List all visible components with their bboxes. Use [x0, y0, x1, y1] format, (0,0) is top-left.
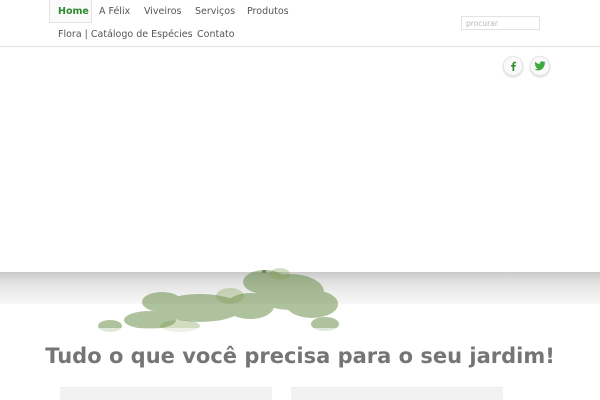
nav-item-produtos[interactable]: Produtos: [247, 6, 289, 18]
facebook-icon: [509, 61, 517, 71]
main-navigation: Home A Félix Viveiros Serviços Produtos …: [0, 0, 600, 47]
hero-banner: [0, 47, 600, 272]
twitter-icon: [534, 61, 546, 71]
feature-card: [291, 387, 503, 400]
feature-card: [60, 387, 272, 400]
facebook-button[interactable]: [503, 56, 523, 76]
nav-item-viveiros[interactable]: Viveiros: [144, 6, 182, 18]
nav-item-flora-catalogo[interactable]: Flora | Catálogo de Espécies: [58, 29, 193, 41]
nav-item-servicos[interactable]: Serviços: [195, 6, 235, 18]
page-tagline: Tudo o que você precisa para o seu jardi…: [45, 344, 555, 368]
nav-item-home[interactable]: Home: [58, 6, 89, 18]
tree-illustration: [90, 268, 340, 334]
nav-item-a-felix[interactable]: A Félix: [99, 6, 130, 18]
twitter-button[interactable]: [530, 56, 550, 76]
search-input[interactable]: [461, 16, 540, 30]
nav-item-contato[interactable]: Contato: [197, 29, 235, 41]
